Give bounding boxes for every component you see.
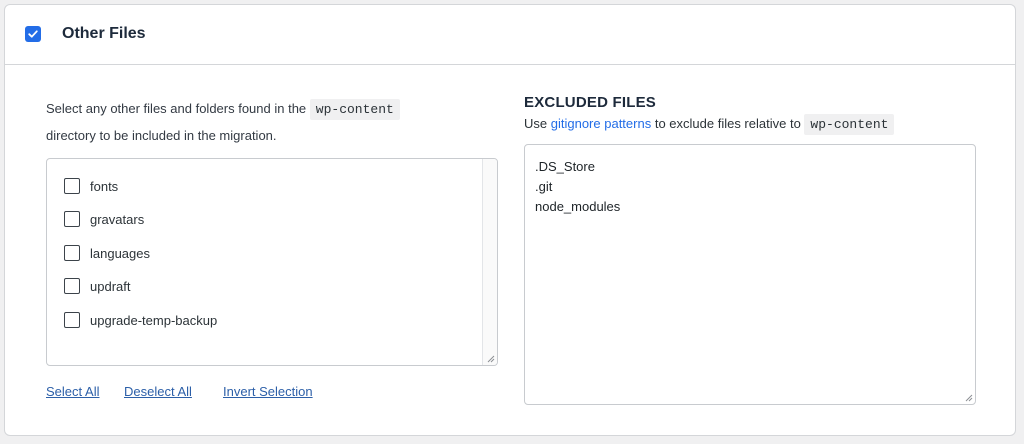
- list-item[interactable]: gravatars: [64, 209, 144, 229]
- file-label: languages: [90, 245, 150, 261]
- excluded-files-title: EXCLUDED FILES: [524, 94, 656, 111]
- gitignore-patterns-link[interactable]: gitignore patterns: [551, 116, 651, 131]
- other-files-checkbox[interactable]: [25, 26, 41, 42]
- excluded-files-description: Use gitignore patterns to exclude files …: [524, 114, 895, 135]
- panel-title: Other Files: [62, 25, 146, 42]
- file-label: gravatars: [90, 211, 145, 227]
- files-list[interactable]: fonts gravatars languages updraft upgrad…: [46, 158, 498, 366]
- include-description: Select any other files and folders found…: [46, 93, 466, 158]
- relative-text: to exclude files relative to: [654, 116, 801, 131]
- file-checkbox[interactable]: [64, 211, 80, 227]
- file-label: upgrade-temp-backup: [90, 312, 218, 328]
- panel-header: Other Files: [5, 5, 1015, 65]
- excluded-files-textarea[interactable]: .DS_Store .git node_modules: [524, 144, 976, 405]
- file-checkbox[interactable]: [64, 245, 80, 261]
- list-scrollbar[interactable]: [482, 159, 497, 365]
- resize-grip-icon[interactable]: [487, 355, 495, 363]
- deselect-all-link[interactable]: Deselect All: [124, 384, 192, 399]
- list-item[interactable]: updraft: [64, 276, 130, 296]
- intro-suffix: directory to be included in the migratio…: [46, 128, 277, 143]
- list-item[interactable]: fonts: [64, 176, 118, 196]
- checkmark-icon: [28, 30, 38, 38]
- select-all-link[interactable]: Select All: [46, 384, 99, 399]
- resize-grip-icon[interactable]: [965, 394, 973, 402]
- other-files-panel: Other Files Select any other files and f…: [4, 4, 1016, 436]
- file-label: updraft: [90, 278, 131, 294]
- file-checkbox[interactable]: [64, 178, 80, 194]
- list-item[interactable]: languages: [64, 243, 150, 263]
- invert-selection-link[interactable]: Invert Selection: [223, 384, 313, 399]
- file-checkbox[interactable]: [64, 312, 80, 328]
- list-item[interactable]: upgrade-temp-backup: [64, 310, 217, 330]
- excluded-code: wp-content: [804, 114, 895, 135]
- intro-prefix: Select any other files and folders found…: [46, 101, 307, 116]
- intro-code: wp-content: [309, 99, 400, 120]
- use-text: Use: [524, 116, 548, 131]
- file-label: fonts: [90, 178, 119, 194]
- file-checkbox[interactable]: [64, 278, 80, 294]
